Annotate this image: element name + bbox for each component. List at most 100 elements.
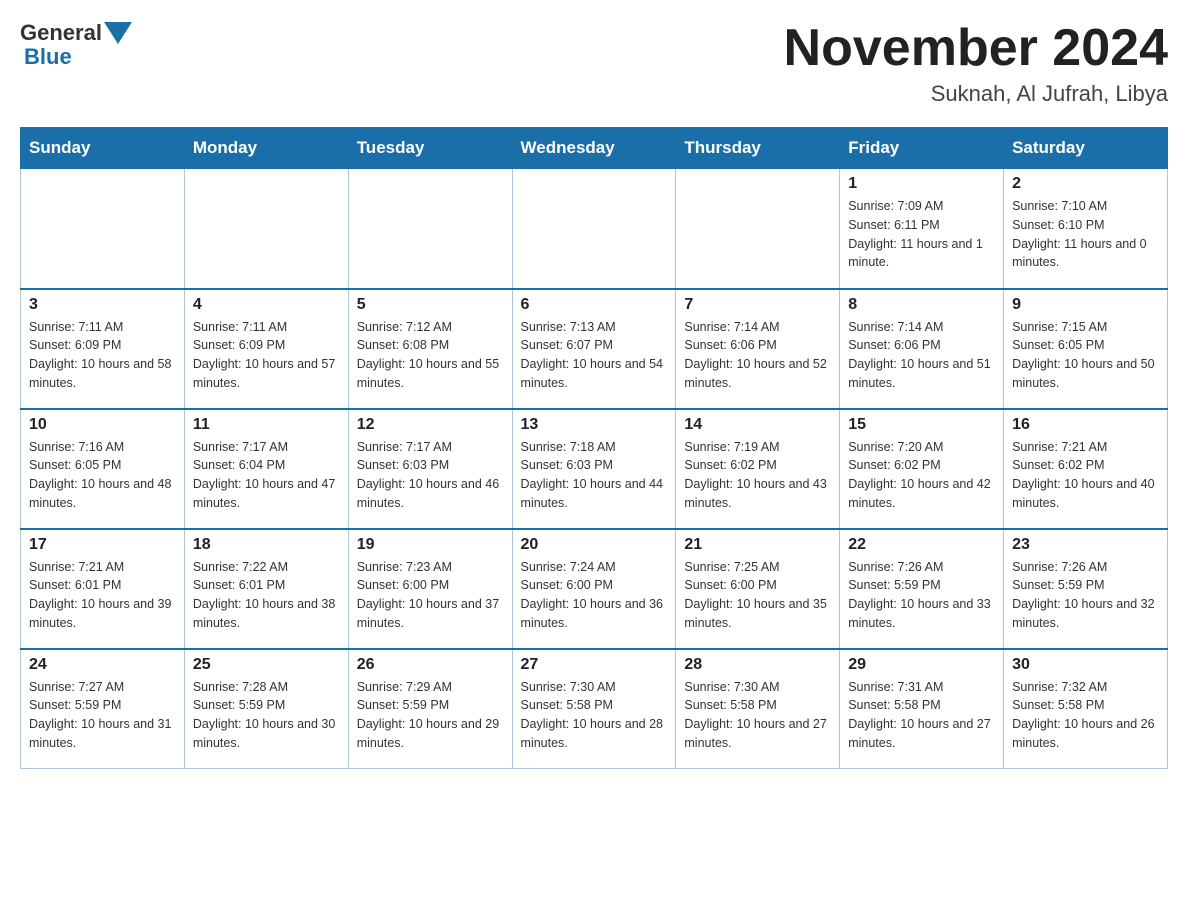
day-info: Sunrise: 7:25 AMSunset: 6:00 PMDaylight:… xyxy=(684,558,831,633)
day-number: 24 xyxy=(29,656,176,674)
day-number: 28 xyxy=(684,656,831,674)
calendar-header-friday: Friday xyxy=(840,128,1004,169)
day-number: 30 xyxy=(1012,656,1159,674)
day-number: 14 xyxy=(684,416,831,434)
calendar-cell: 5 Sunrise: 7:12 AMSunset: 6:08 PMDaylight… xyxy=(348,289,512,409)
day-info: Sunrise: 7:16 AMSunset: 6:05 PMDaylight:… xyxy=(29,438,176,513)
day-number: 16 xyxy=(1012,416,1159,434)
logo-general-text: General xyxy=(20,20,102,46)
day-number: 22 xyxy=(848,536,995,554)
calendar-cell: 1 Sunrise: 7:09 AMSunset: 6:11 PMDaylight… xyxy=(840,169,1004,289)
calendar-cell: 10 Sunrise: 7:16 AMSunset: 6:05 PMDayligh… xyxy=(21,409,185,529)
day-number: 6 xyxy=(521,296,668,314)
calendar-cell xyxy=(676,169,840,289)
day-number: 17 xyxy=(29,536,176,554)
calendar-cell: 2Sunrise: 7:10 AMSunset: 6:10 PMDaylight… xyxy=(1004,169,1168,289)
title-section: November 2024 Suknah, Al Jufrah, Libya xyxy=(784,20,1168,107)
day-info: Sunrise: 7:26 AMSunset: 5:59 PMDaylight:… xyxy=(1012,558,1159,633)
day-number: 26 xyxy=(357,656,504,674)
calendar-title: November 2024 xyxy=(784,20,1168,77)
day-number: 12 xyxy=(357,416,504,434)
day-info: Sunrise: 7:09 AMSunset: 6:11 PMDaylight:… xyxy=(848,197,995,272)
day-number: 3 xyxy=(29,296,176,314)
calendar-header-wednesday: Wednesday xyxy=(512,128,676,169)
calendar-cell: 14 Sunrise: 7:19 AMSunset: 6:02 PMDayligh… xyxy=(676,409,840,529)
calendar-cell: 28 Sunrise: 7:30 AMSunset: 5:58 PMDayligh… xyxy=(676,649,840,769)
day-number: 27 xyxy=(521,656,668,674)
day-number: 1 xyxy=(848,175,995,193)
calendar-header-monday: Monday xyxy=(184,128,348,169)
day-info: Sunrise: 7:29 AMSunset: 5:59 PMDaylight:… xyxy=(357,678,504,753)
day-info: Sunrise: 7:30 AMSunset: 5:58 PMDaylight:… xyxy=(521,678,668,753)
calendar-cell: 21 Sunrise: 7:25 AMSunset: 6:00 PMDayligh… xyxy=(676,529,840,649)
day-info: Sunrise: 7:21 AMSunset: 6:01 PMDaylight:… xyxy=(29,558,176,633)
day-info: Sunrise: 7:13 AMSunset: 6:07 PMDaylight:… xyxy=(521,318,668,393)
day-number: 4 xyxy=(193,296,340,314)
day-info: Sunrise: 7:20 AMSunset: 6:02 PMDaylight:… xyxy=(848,438,995,513)
calendar-cell: 13Sunrise: 7:18 AMSunset: 6:03 PMDayligh… xyxy=(512,409,676,529)
calendar-cell: 22 Sunrise: 7:26 AMSunset: 5:59 PMDayligh… xyxy=(840,529,1004,649)
day-info: Sunrise: 7:11 AMSunset: 6:09 PMDaylight:… xyxy=(29,318,176,393)
day-number: 8 xyxy=(848,296,995,314)
day-number: 5 xyxy=(357,296,504,314)
calendar-cell: 17 Sunrise: 7:21 AMSunset: 6:01 PMDayligh… xyxy=(21,529,185,649)
calendar-cell xyxy=(21,169,185,289)
day-info: Sunrise: 7:17 AMSunset: 6:03 PMDaylight:… xyxy=(357,438,504,513)
logo: General Blue xyxy=(20,20,132,70)
day-info: Sunrise: 7:21 AMSunset: 6:02 PMDaylight:… xyxy=(1012,438,1159,513)
calendar-cell: 30Sunrise: 7:32 AMSunset: 5:58 PMDayligh… xyxy=(1004,649,1168,769)
calendar-cell: 11Sunrise: 7:17 AMSunset: 6:04 PMDayligh… xyxy=(184,409,348,529)
calendar-cell: 16 Sunrise: 7:21 AMSunset: 6:02 PMDayligh… xyxy=(1004,409,1168,529)
calendar-cell: 24 Sunrise: 7:27 AMSunset: 5:59 PMDayligh… xyxy=(21,649,185,769)
day-number: 15 xyxy=(848,416,995,434)
calendar-table: SundayMondayTuesdayWednesdayThursdayFrid… xyxy=(20,127,1168,769)
day-number: 7 xyxy=(684,296,831,314)
calendar-cell: 26 Sunrise: 7:29 AMSunset: 5:59 PMDayligh… xyxy=(348,649,512,769)
day-number: 29 xyxy=(848,656,995,674)
page-header: General Blue November 2024 Suknah, Al Ju… xyxy=(20,20,1168,107)
calendar-week-row: 17 Sunrise: 7:21 AMSunset: 6:01 PMDayligh… xyxy=(21,529,1168,649)
day-info: Sunrise: 7:14 AMSunset: 6:06 PMDaylight:… xyxy=(848,318,995,393)
day-number: 18 xyxy=(193,536,340,554)
day-info: Sunrise: 7:12 AMSunset: 6:08 PMDaylight:… xyxy=(357,318,504,393)
calendar-header-sunday: Sunday xyxy=(21,128,185,169)
day-info: Sunrise: 7:17 AMSunset: 6:04 PMDaylight:… xyxy=(193,438,340,513)
calendar-subtitle: Suknah, Al Jufrah, Libya xyxy=(784,81,1168,107)
calendar-cell xyxy=(184,169,348,289)
day-info: Sunrise: 7:31 AMSunset: 5:58 PMDaylight:… xyxy=(848,678,995,753)
day-number: 9 xyxy=(1012,296,1159,314)
calendar-cell: 3 Sunrise: 7:11 AMSunset: 6:09 PMDaylight… xyxy=(21,289,185,409)
calendar-header-row: SundayMondayTuesdayWednesdayThursdayFrid… xyxy=(21,128,1168,169)
day-number: 23 xyxy=(1012,536,1159,554)
calendar-header-saturday: Saturday xyxy=(1004,128,1168,169)
calendar-cell: 7 Sunrise: 7:14 AMSunset: 6:06 PMDaylight… xyxy=(676,289,840,409)
day-info: Sunrise: 7:26 AMSunset: 5:59 PMDaylight:… xyxy=(848,558,995,633)
calendar-cell: 12 Sunrise: 7:17 AMSunset: 6:03 PMDayligh… xyxy=(348,409,512,529)
calendar-week-row: 10 Sunrise: 7:16 AMSunset: 6:05 PMDayligh… xyxy=(21,409,1168,529)
day-info: Sunrise: 7:14 AMSunset: 6:06 PMDaylight:… xyxy=(684,318,831,393)
day-number: 25 xyxy=(193,656,340,674)
calendar-cell: 9 Sunrise: 7:15 AMSunset: 6:05 PMDaylight… xyxy=(1004,289,1168,409)
day-info: Sunrise: 7:19 AMSunset: 6:02 PMDaylight:… xyxy=(684,438,831,513)
day-number: 10 xyxy=(29,416,176,434)
calendar-cell: 18Sunrise: 7:22 AMSunset: 6:01 PMDayligh… xyxy=(184,529,348,649)
calendar-cell: 6 Sunrise: 7:13 AMSunset: 6:07 PMDaylight… xyxy=(512,289,676,409)
day-info: Sunrise: 7:30 AMSunset: 5:58 PMDaylight:… xyxy=(684,678,831,753)
day-number: 21 xyxy=(684,536,831,554)
calendar-cell: 15 Sunrise: 7:20 AMSunset: 6:02 PMDayligh… xyxy=(840,409,1004,529)
calendar-cell: 20Sunrise: 7:24 AMSunset: 6:00 PMDayligh… xyxy=(512,529,676,649)
day-number: 19 xyxy=(357,536,504,554)
calendar-cell: 23 Sunrise: 7:26 AMSunset: 5:59 PMDayligh… xyxy=(1004,529,1168,649)
calendar-cell xyxy=(512,169,676,289)
day-info: Sunrise: 7:10 AMSunset: 6:10 PMDaylight:… xyxy=(1012,197,1159,272)
calendar-week-row: 3 Sunrise: 7:11 AMSunset: 6:09 PMDaylight… xyxy=(21,289,1168,409)
day-info: Sunrise: 7:18 AMSunset: 6:03 PMDaylight:… xyxy=(521,438,668,513)
day-info: Sunrise: 7:15 AMSunset: 6:05 PMDaylight:… xyxy=(1012,318,1159,393)
day-info: Sunrise: 7:27 AMSunset: 5:59 PMDaylight:… xyxy=(29,678,176,753)
calendar-header-tuesday: Tuesday xyxy=(348,128,512,169)
day-info: Sunrise: 7:24 AMSunset: 6:00 PMDaylight:… xyxy=(521,558,668,633)
calendar-cell: 8 Sunrise: 7:14 AMSunset: 6:06 PMDaylight… xyxy=(840,289,1004,409)
calendar-cell xyxy=(348,169,512,289)
calendar-cell: 4Sunrise: 7:11 AMSunset: 6:09 PMDaylight… xyxy=(184,289,348,409)
calendar-cell: 19Sunrise: 7:23 AMSunset: 6:00 PMDayligh… xyxy=(348,529,512,649)
